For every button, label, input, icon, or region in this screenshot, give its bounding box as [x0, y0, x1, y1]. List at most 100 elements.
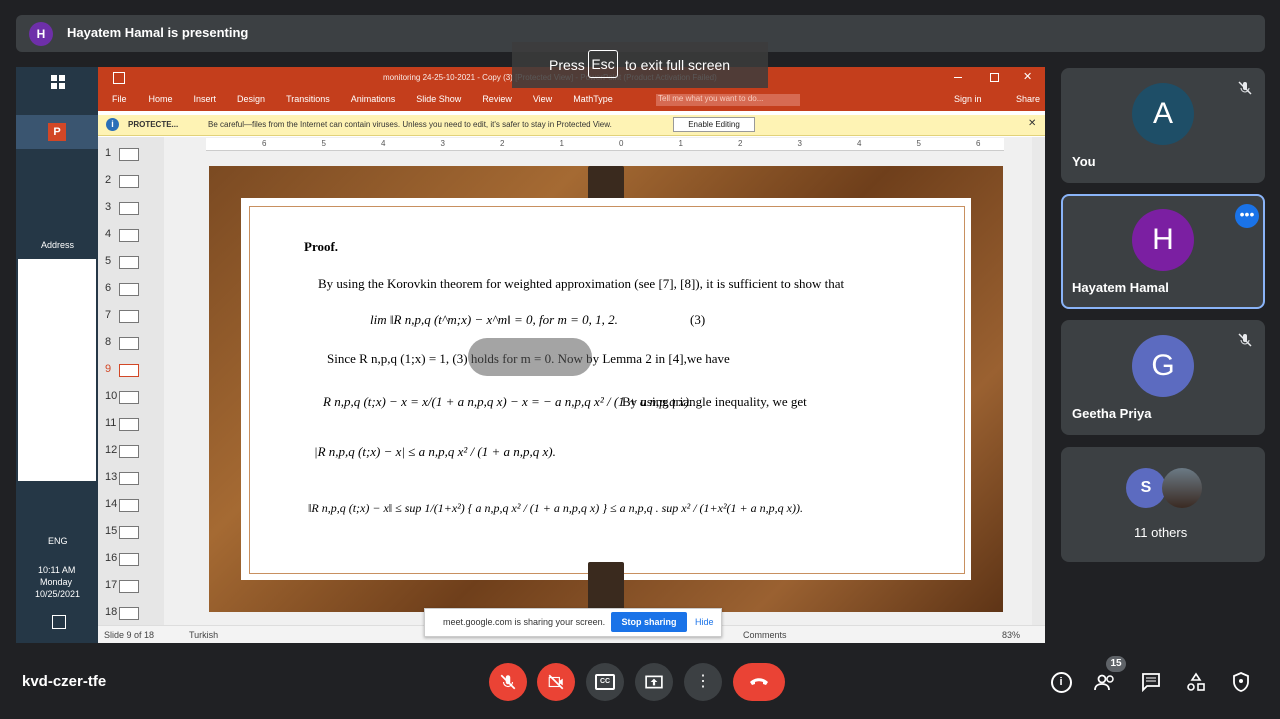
activities-button[interactable]	[1184, 670, 1208, 694]
more-options-button[interactable]: ⋮	[684, 663, 722, 701]
language-indicator[interactable]: ENG	[48, 536, 68, 546]
slide-thumb-box	[119, 148, 139, 161]
protected-view-bar: i PROTECTE... Be careful—files from the …	[98, 115, 1045, 136]
ribbon-tab-file[interactable]: File	[112, 94, 127, 104]
mic-button[interactable]	[489, 663, 527, 701]
slide-thumbnail[interactable]: 12	[98, 442, 164, 462]
present-button[interactable]	[635, 663, 673, 701]
hide-button[interactable]: Hide	[695, 617, 714, 627]
presenting-label: Hayatem Hamal is presenting	[67, 25, 249, 40]
close-bar-icon[interactable]: ✕	[1028, 118, 1036, 129]
ribbon-tab-review[interactable]: Review	[482, 94, 512, 104]
more-options-icon[interactable]: •••	[1235, 204, 1259, 228]
ribbon-tab-mathtype[interactable]: MathType	[573, 94, 613, 104]
stop-sharing-button[interactable]: Stop sharing	[611, 612, 687, 632]
slide-number: 3	[105, 201, 112, 213]
camera-button[interactable]	[537, 663, 575, 701]
mic-off-icon	[500, 674, 516, 690]
slide-thumbnail[interactable]: 3	[98, 199, 164, 219]
slide-thumbnail[interactable]: 16	[98, 550, 164, 570]
slide-thumbnail[interactable]: 6	[98, 280, 164, 300]
slide-thumbnail[interactable]: 4	[98, 226, 164, 246]
chat-icon	[1142, 673, 1160, 692]
people-icon	[1094, 674, 1114, 691]
slide-thumbnail[interactable]: 2	[98, 172, 164, 192]
slide-thumbnail[interactable]: 18	[98, 604, 164, 624]
tile-you[interactable]: A You	[1061, 68, 1265, 183]
enable-editing-button[interactable]: Enable Editing	[673, 117, 755, 132]
slide-thumb-box	[119, 499, 139, 512]
presenter-avatar: H	[29, 22, 53, 46]
save-icon[interactable]	[113, 72, 125, 84]
hint-rest: to exit full screen	[625, 57, 731, 73]
tile-others[interactable]: S 11 others	[1061, 447, 1265, 562]
language-status: Turkish	[189, 630, 219, 640]
close-icon[interactable]: ✕	[1023, 70, 1032, 83]
tile-geetha[interactable]: G Geetha Priya	[1061, 320, 1265, 435]
slide-thumbnail[interactable]: 11	[98, 415, 164, 435]
ribbon-tab-insert[interactable]: Insert	[194, 94, 217, 104]
ribbon-tab-animations[interactable]: Animations	[351, 94, 396, 104]
slide-thumbnail[interactable]: 5	[98, 253, 164, 273]
sign-in-link[interactable]: Sign in	[954, 94, 982, 104]
ribbon-tab-home[interactable]: Home	[149, 94, 173, 104]
slide-thumb-box	[119, 283, 139, 296]
windows-start-icon[interactable]	[51, 75, 65, 89]
present-icon	[645, 675, 663, 689]
slide-number: 12	[105, 444, 118, 456]
slide-thumbnail[interactable]: 8	[98, 334, 164, 354]
slide-thumb-box	[119, 229, 139, 242]
host-controls-button[interactable]	[1229, 670, 1253, 694]
powerpoint-taskbar-icon[interactable]: P	[16, 115, 98, 149]
equation-3: lim ‖R n,p,q (t^m;x) − x^m‖ = 0, for m =…	[370, 312, 618, 327]
slide-thumbnails: 1 2 3 4 5 6 7 8 9 10 11 12 13 14 15 16 17 18	[98, 137, 164, 625]
sharing-text: meet.google.com is sharing your screen.	[443, 617, 606, 627]
ribbon-tab-slide-show[interactable]: Slide Show	[416, 94, 461, 104]
vertical-scrollbar[interactable]	[1032, 137, 1045, 625]
clip-bottom	[588, 562, 624, 612]
ribbon-tab-view[interactable]: View	[533, 94, 552, 104]
meeting-code: kvd-czer-tfe	[22, 673, 107, 690]
ruler-label: 1	[559, 139, 564, 148]
captions-icon: CC	[595, 674, 615, 690]
tell-me-input[interactable]: Tell me what you want to do...	[656, 94, 800, 106]
slide-number: 1	[105, 147, 112, 159]
slide-number: 8	[105, 336, 112, 348]
restore-icon[interactable]	[990, 73, 999, 82]
people-button[interactable]	[1093, 670, 1117, 694]
captions-button[interactable]: CC	[586, 663, 624, 701]
ruler-label: 2	[500, 139, 505, 148]
minimize-icon[interactable]	[954, 77, 962, 78]
activities-icon	[1187, 672, 1205, 691]
ruler-label: 2	[738, 139, 743, 148]
slide-thumb-box	[119, 310, 139, 323]
slide-thumbnail[interactable]: 15	[98, 523, 164, 543]
slide-number: 11	[105, 417, 117, 429]
zoom-level[interactable]: 83%	[1002, 630, 1020, 640]
share-button[interactable]: Share	[1016, 94, 1040, 104]
slide-thumbnail[interactable]: 9	[98, 361, 164, 381]
comments-button[interactable]: Comments	[743, 630, 787, 640]
slide-thumbnail[interactable]: 10	[98, 388, 164, 408]
ribbon-tab-design[interactable]: Design	[237, 94, 265, 104]
participant-name: You	[1072, 154, 1096, 169]
notification-icon[interactable]	[52, 615, 66, 629]
chat-button[interactable]	[1139, 670, 1163, 694]
slide-thumbnail[interactable]: 14	[98, 496, 164, 516]
avatar: G	[1132, 335, 1194, 397]
info-icon: i	[106, 118, 119, 131]
participant-name: 11 others	[1134, 525, 1188, 540]
slide-thumbnail[interactable]: 13	[98, 469, 164, 489]
clock-day: Monday	[40, 577, 73, 587]
presenter-overlay-pill[interactable]	[468, 338, 592, 376]
slide-thumbnail[interactable]: 7	[98, 307, 164, 327]
info-button[interactable]: i	[1049, 670, 1073, 694]
leave-call-button[interactable]	[733, 663, 785, 701]
slide-number: 16	[105, 552, 118, 564]
ribbon-tab-transitions[interactable]: Transitions	[286, 94, 330, 104]
slide-number: 15	[105, 525, 118, 537]
slide-thumb-box	[119, 472, 139, 485]
slide-thumbnail[interactable]: 1	[98, 145, 164, 165]
slide-thumbnail[interactable]: 17	[98, 577, 164, 597]
tile-hayatem[interactable]: H Hayatem Hamal •••	[1061, 194, 1265, 309]
